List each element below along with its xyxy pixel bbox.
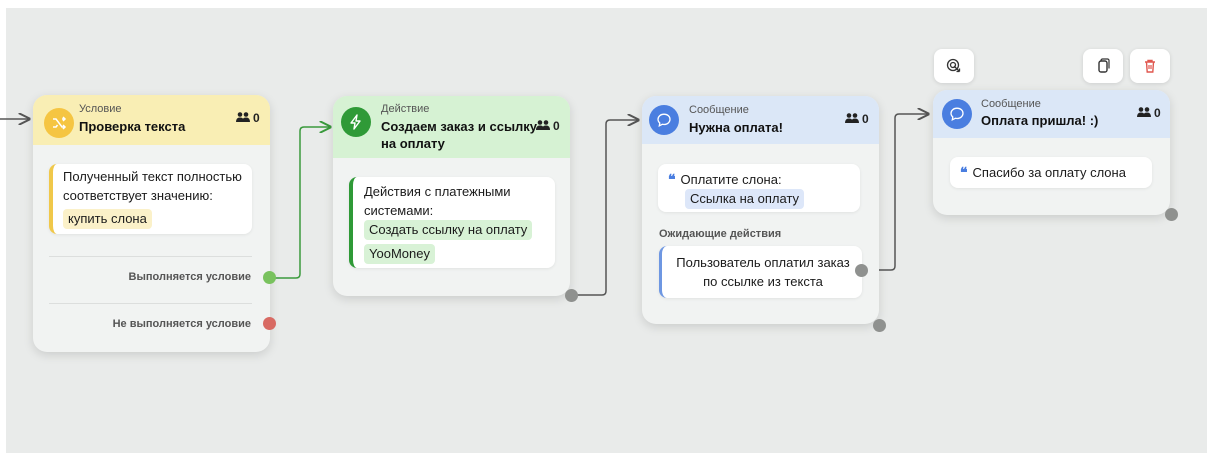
chat-bubble-icon: [649, 105, 679, 135]
output-success-label: Выполняется условие: [128, 271, 251, 283]
pending-action-item[interactable]: Пользователь оплатил заказ по ссылке из …: [659, 246, 862, 298]
delete-button[interactable]: [1130, 49, 1170, 83]
message-bubble: ❝ Спасибо за оплату слона: [950, 157, 1152, 188]
node-header: Действие Создаем заказ и ссылку на оплат…: [333, 96, 570, 158]
divider: [49, 303, 252, 304]
pending-action-text: Пользователь оплатил заказ по ссылке из …: [676, 255, 850, 289]
pending-action-port[interactable]: [855, 264, 868, 277]
node-header: Сообщение Оплата пришла! :) 0: [933, 90, 1170, 138]
node-header: Сообщение Нужна оплата! 0: [642, 96, 879, 144]
copy-button[interactable]: [1083, 49, 1123, 83]
message-link-chip[interactable]: Ссылка на оплату: [685, 189, 805, 209]
users-icon: [845, 112, 859, 126]
copy-icon: [1098, 58, 1110, 73]
action-chip-create-link: Создать ссылку на оплату: [364, 220, 533, 240]
condition-body: Полученный текст полностью соответствует…: [49, 164, 252, 234]
subscriber-count: 0: [236, 111, 260, 125]
node-type-label: Сообщение: [981, 98, 1041, 110]
message-text: Спасибо за оплату слона: [972, 165, 1126, 180]
node-title: Нужна оплата!: [689, 120, 783, 135]
select-target-button[interactable]: [934, 49, 974, 83]
message-text: Оплатите слона:: [680, 172, 782, 187]
node-title: Создаем заказ и ссылку на оплату: [381, 119, 538, 151]
pending-actions-label: Ожидающие действия: [659, 228, 782, 240]
lightning-icon: [341, 107, 371, 137]
condition-text: Полученный текст полностью соответствует…: [63, 169, 242, 203]
output-port[interactable]: [1165, 208, 1178, 221]
output-port[interactable]: [565, 289, 578, 302]
chat-bubble-icon: [942, 99, 972, 129]
node-title: Проверка текста: [79, 119, 186, 134]
subscriber-count: 0: [845, 112, 869, 126]
node-type-label: Сообщение: [689, 104, 749, 116]
users-icon: [236, 111, 250, 125]
node-header: Условие Проверка текста 0: [33, 95, 270, 145]
node-title: Оплата пришла! :): [981, 113, 1099, 128]
output-fail-port[interactable]: [263, 317, 276, 330]
node-type-label: Действие: [381, 103, 430, 115]
trash-icon: [1145, 59, 1155, 73]
action-text: Действия с платежными системами:: [364, 184, 511, 218]
output-port[interactable]: [873, 319, 886, 332]
shuffle-icon: [44, 108, 74, 138]
divider: [49, 256, 252, 257]
subscriber-count: 0: [536, 119, 560, 133]
output-success-port[interactable]: [263, 271, 276, 284]
quote-icon: ❝: [668, 171, 676, 187]
target-icon: [946, 58, 961, 73]
message-bubble: ❝ Оплатите слона: Ссылка на оплату: [658, 164, 860, 212]
users-icon: [536, 119, 550, 133]
subscriber-count: 0: [1137, 106, 1161, 120]
message-node-payment-received[interactable]: Сообщение Оплата пришла! :) 0 ❝ Спасибо з…: [933, 90, 1178, 221]
condition-node[interactable]: Условие Проверка текста 0 Полученный тек…: [33, 95, 276, 352]
condition-value-chip: купить слона: [63, 209, 152, 229]
action-chip-provider: YooMoney: [364, 244, 435, 264]
action-body: Действия с платежными системами: Создать…: [349, 177, 555, 268]
output-fail-label: Не выполняется условие: [112, 318, 251, 330]
message-node-payment-needed[interactable]: Сообщение Нужна оплата! 0 ❝ Оплатите слон…: [642, 96, 886, 332]
users-icon: [1137, 106, 1151, 120]
action-node[interactable]: Действие Создаем заказ и ссылку на оплат…: [333, 96, 578, 302]
quote-icon: ❝: [960, 164, 968, 180]
node-type-label: Условие: [79, 103, 122, 115]
